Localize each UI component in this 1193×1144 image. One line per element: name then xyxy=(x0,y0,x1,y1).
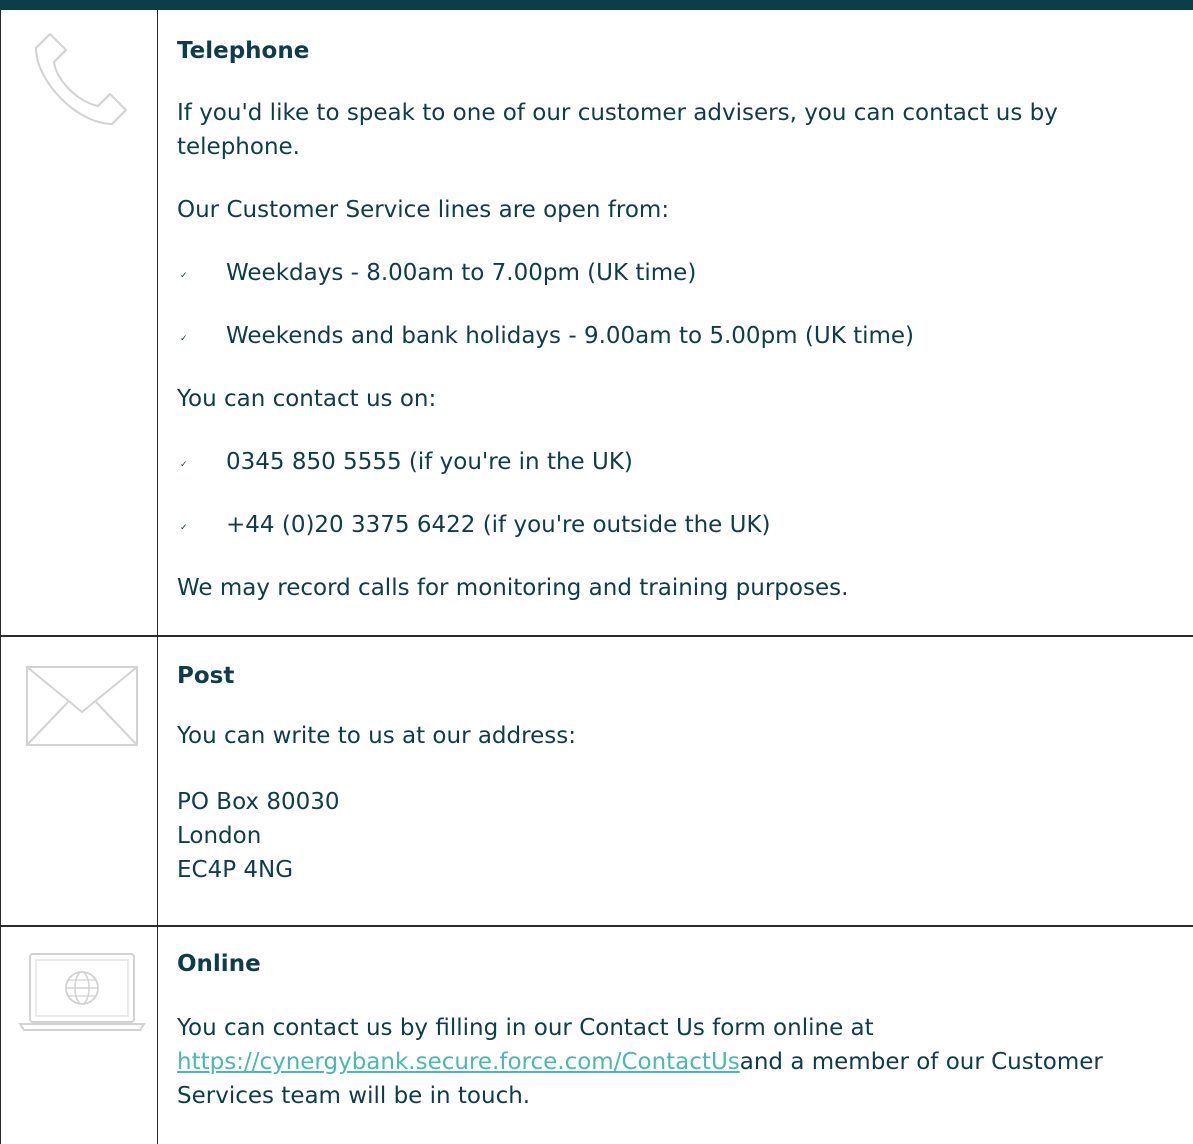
address-line-2: London xyxy=(177,823,262,849)
post-intro: You can write to us at our address: xyxy=(177,723,576,749)
telephone-intro: If you'd like to speak to one of our cus… xyxy=(177,100,1058,160)
postal-address: PO Box 80030 London EC4P 4NG xyxy=(177,785,1179,887)
hours-weekends: Weekends and bank holidays - 9.00am to 5… xyxy=(226,323,915,349)
online-title: Online xyxy=(177,951,261,977)
row-divider xyxy=(0,635,1193,637)
bullet-check-icon: ✓ xyxy=(180,334,188,344)
contact-methods-table: Telephone If you'd like to speak to one … xyxy=(0,10,1193,1144)
list-item: ✓ Weekdays - 8.00am to 7.00pm (UK time) xyxy=(177,256,1179,290)
online-text-before: You can contact us by filling in our Con… xyxy=(177,1015,874,1041)
table-left-border xyxy=(0,10,1,1144)
bullet-check-icon: ✓ xyxy=(180,460,188,470)
hours-intro: Our Customer Service lines are open from… xyxy=(177,197,670,223)
address-line-3: EC4P 4NG xyxy=(177,857,294,883)
phone-uk: 0345 850 5555 (if you're in the UK) xyxy=(226,449,633,475)
envelope-icon xyxy=(26,666,138,746)
telephone-icon xyxy=(28,28,132,132)
online-text: You can contact us by filling in our Con… xyxy=(177,1011,1179,1113)
row-divider xyxy=(0,925,1193,927)
list-item: ✓ +44 (0)20 3375 6422 (if you're outside… xyxy=(177,508,1179,542)
list-item: ✓ Weekends and bank holidays - 9.00am to… xyxy=(177,319,1179,353)
laptop-globe-icon xyxy=(18,952,146,1034)
post-title: Post xyxy=(177,663,235,689)
numbers-intro: You can contact us on: xyxy=(177,386,437,412)
bullet-check-icon: ✓ xyxy=(180,523,188,533)
list-item: ✓ 0345 850 5555 (if you're in the UK) xyxy=(177,445,1179,479)
post-section: Post You can write to us at our address:… xyxy=(177,661,1179,887)
address-line-1: PO Box 80030 xyxy=(177,789,340,815)
online-section: Online You can contact us by filling in … xyxy=(177,949,1179,1113)
table-column-divider xyxy=(157,10,158,1144)
bullet-check-icon: ✓ xyxy=(180,271,188,281)
hours-weekdays: Weekdays - 8.00am to 7.00pm (UK time) xyxy=(226,260,697,286)
top-bar xyxy=(0,0,1193,10)
recording-note: We may record calls for monitoring and t… xyxy=(177,575,849,601)
contact-us-link[interactable]: https://cynergybank.secure.force.com/Con… xyxy=(177,1049,740,1075)
telephone-section: Telephone If you'd like to speak to one … xyxy=(177,36,1179,605)
phone-international: +44 (0)20 3375 6422 (if you're outside t… xyxy=(226,512,771,538)
telephone-title: Telephone xyxy=(177,38,310,64)
